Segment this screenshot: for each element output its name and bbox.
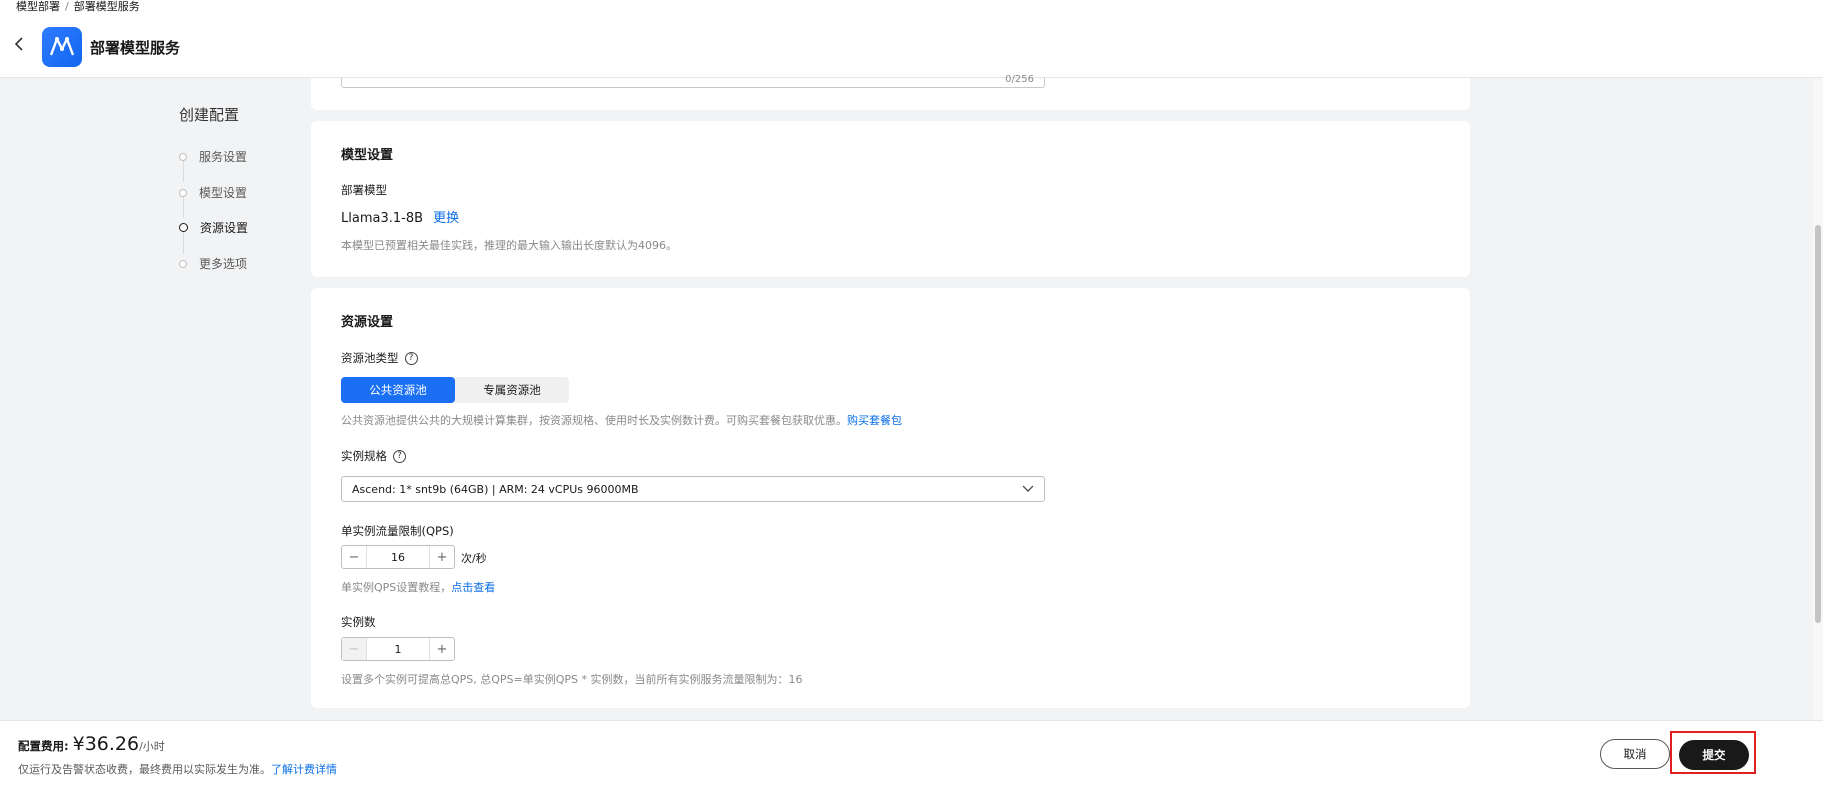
qps-label: 单实例流量限制(QPS) [341, 524, 454, 538]
breadcrumb: 模型部署 / 部署模型服务 [16, 0, 140, 14]
step-dot [179, 152, 187, 161]
breadcrumb-parent[interactable]: 模型部署 [16, 0, 60, 13]
pool-type-segmented-control: 公共资源池 专属资源池 [341, 377, 569, 403]
fee-value: ¥36.26 [72, 733, 140, 755]
instance-spec-select[interactable]: Ascend: 1* snt9b (64GB) | ARM: 24 vCPUs … [341, 476, 1045, 502]
step-dot [179, 259, 187, 268]
submit-highlight-box: 提交 [1670, 731, 1756, 774]
change-model-link[interactable]: 更换 [433, 211, 459, 226]
model-settings-title: 模型设置 [341, 148, 394, 163]
deploy-model-label: 部署模型 [341, 183, 387, 197]
increment-button[interactable]: + [430, 638, 454, 660]
qps-input[interactable]: 16 [366, 546, 430, 568]
breadcrumb-current: 部署模型服务 [73, 0, 140, 13]
step-label: 更多选项 [199, 257, 248, 271]
instance-count-note: 设置多个实例可提高总QPS, 总QPS=单实例QPS * 实例数，当前所有实例服… [341, 673, 803, 686]
step-dot [179, 188, 187, 197]
chevron-down-icon [1022, 482, 1034, 496]
service-settings-card: 0/256 [311, 74, 1470, 110]
description-textarea[interactable]: 0/256 [341, 74, 1045, 88]
qps-stepper: − 16 + [341, 545, 455, 569]
help-circle-icon[interactable]: ? [404, 351, 418, 365]
fee-row: 配置费用: ¥36.26 /小时 [18, 733, 165, 755]
qps-note-row: 单实例QPS设置教程，点击查看 [341, 579, 495, 595]
cancel-button[interactable]: 取消 [1600, 739, 1670, 769]
step-label: 模型设置 [199, 186, 248, 200]
fee-unit: /小时 [139, 740, 165, 753]
instance-count-label: 实例数 [341, 615, 376, 629]
fee-note: 仅运行及告警状态收费，最终费用以实际发生为准。 [18, 763, 271, 776]
breadcrumb-separator: / [65, 0, 69, 13]
spec-label-row: 实例规格 ? [341, 448, 406, 464]
public-pool-option[interactable]: 公共资源池 [341, 377, 455, 403]
billing-details-link[interactable]: 了解计费详情 [271, 763, 337, 776]
model-note: 本模型已预置相关最佳实践，推理的最大输入输出长度默认为4096。 [341, 239, 677, 252]
model-arts-logo-icon [42, 27, 82, 67]
step-service-settings[interactable]: 服务设置 [179, 148, 247, 165]
char-count: 0/256 [1005, 74, 1034, 85]
resource-settings-card: 资源设置 资源池类型 ? 公共资源池 专属资源池 公共资源池提供公共的大规模计算… [311, 288, 1470, 708]
scrollbar-thumb[interactable] [1815, 225, 1821, 623]
step-model-settings[interactable]: 模型设置 [179, 184, 247, 201]
decrement-button[interactable]: − [342, 638, 366, 660]
back-button[interactable] [14, 36, 30, 54]
steps-title: 创建配置 [179, 106, 240, 124]
step-resource-settings[interactable]: 资源设置 [179, 219, 248, 236]
page-title: 部署模型服务 [90, 39, 181, 57]
resource-settings-title: 资源设置 [341, 315, 394, 330]
model-name-row: Llama3.1-8B 更换 [341, 207, 459, 226]
view-tutorial-link[interactable]: 点击查看 [451, 581, 495, 594]
page-header: 模型部署 / 部署模型服务 部署模型服务 [0, 0, 1823, 78]
qps-note: 单实例QPS设置教程， [341, 581, 452, 594]
step-dot [179, 223, 188, 232]
pool-type-label-row: 资源池类型 ? [341, 350, 418, 366]
spec-label: 实例规格 [341, 449, 387, 463]
model-name: Llama3.1-8B [341, 211, 424, 226]
instance-count-stepper: − 1 + [341, 637, 455, 661]
qps-unit: 次/秒 [461, 552, 487, 565]
increment-button[interactable]: + [430, 546, 454, 568]
buy-package-link[interactable]: 购买套餐包 [847, 414, 902, 427]
fee-note-row: 仅运行及告警状态收费，最终费用以实际发生为准。了解计费详情 [18, 761, 337, 777]
step-label: 服务设置 [199, 150, 248, 164]
instance-count-input[interactable]: 1 [366, 638, 430, 660]
help-circle-icon[interactable]: ? [393, 449, 406, 463]
decrement-button[interactable]: − [342, 546, 366, 568]
step-more-options[interactable]: 更多选项 [179, 255, 247, 272]
pool-note-row: 公共资源池提供公共的大规模计算集群，按资源规格、使用时长及实例数计费。可购买套餐… [341, 412, 902, 428]
pool-type-label: 资源池类型 [341, 351, 399, 365]
fee-label: 配置费用: [18, 739, 69, 753]
pool-note: 公共资源池提供公共的大规模计算集群，按资源规格、使用时长及实例数计费。可购买套餐… [341, 414, 847, 427]
dedicated-pool-option[interactable]: 专属资源池 [455, 377, 569, 403]
model-settings-card: 模型设置 部署模型 Llama3.1-8B 更换 本模型已预置相关最佳实践，推理… [311, 121, 1470, 277]
step-label: 资源设置 [200, 221, 249, 235]
footer-bar: 配置费用: ¥36.26 /小时 仅运行及告警状态收费，最终费用以实际发生为准。… [0, 720, 1823, 786]
instance-spec-value: Ascend: 1* snt9b (64GB) | ARM: 24 vCPUs … [352, 482, 639, 496]
chevron-left-icon [14, 37, 23, 51]
submit-button[interactable]: 提交 [1679, 740, 1749, 770]
